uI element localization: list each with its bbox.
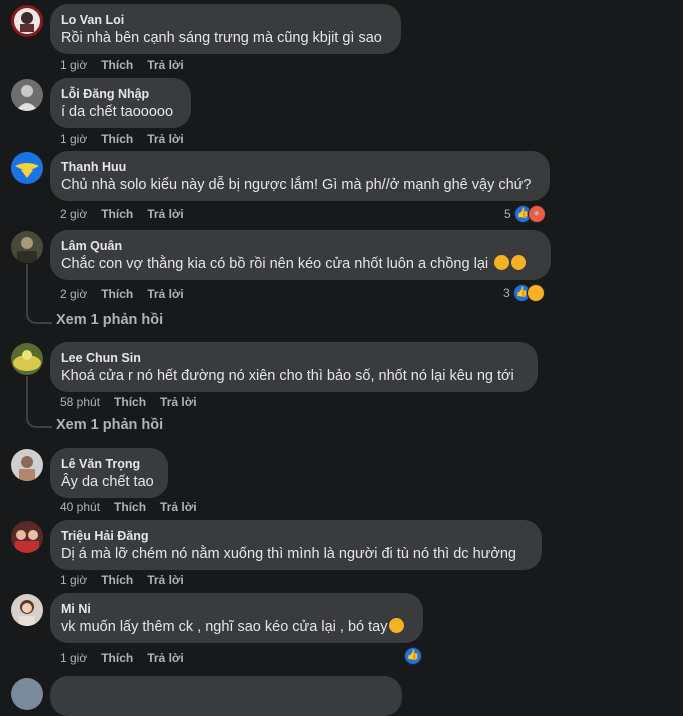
- comment-author[interactable]: Thanh Huu: [61, 159, 538, 175]
- like-button[interactable]: Thích: [101, 132, 133, 146]
- comment-time[interactable]: 40 phút: [60, 500, 100, 514]
- comment-text: Chắc con vợ thằng kia có bồ rồi nên kéo …: [61, 254, 539, 274]
- comment-actions: 58 phút Thích Trả lời: [60, 395, 211, 409]
- reply-button[interactable]: Trả lời: [147, 651, 184, 665]
- comment-author[interactable]: Lo Van Loi: [61, 12, 389, 28]
- avatar[interactable]: [11, 5, 43, 37]
- comment-time[interactable]: 2 giờ: [60, 287, 87, 301]
- comment-text: Rồi nhà bên cạnh sáng trưng mà cũng kbji…: [61, 30, 382, 46]
- avatar[interactable]: [11, 231, 43, 263]
- comment-actions: 40 phút Thích Trả lời: [60, 500, 211, 514]
- like-button[interactable]: Thích: [101, 58, 133, 72]
- reply-button[interactable]: Trả lời: [147, 58, 184, 72]
- comment-bubble: Lee Chun Sin Khoá cửa r nó hết đường nó …: [50, 342, 538, 392]
- angry-reaction-icon: ●: [527, 205, 546, 223]
- eye-roll-emoji-icon: [389, 618, 405, 633]
- comment-actions: 1 giờ Thích Trả lời: [60, 651, 198, 665]
- reply-thread-line: [26, 376, 52, 428]
- like-button[interactable]: Thích: [101, 651, 133, 665]
- comment-bubble: Lỗi Đăng Nhập í da chết taooooo: [50, 78, 191, 128]
- comment-text: í da chết taooooo: [61, 104, 174, 120]
- reaction-count: 5: [504, 207, 511, 221]
- comment-text: vk muốn lấy thêm ck , nghĩ sao kéo cửa l…: [61, 617, 411, 637]
- laughing-emoji-icon: [511, 255, 527, 270]
- comment-text: Chủ nhà solo kiểu này dễ bị ngược lắm! G…: [61, 177, 532, 193]
- reply-thread-line: [26, 264, 52, 324]
- like-button[interactable]: Thích: [101, 207, 133, 221]
- comment-bubble: Mi Ni vk muốn lấy thêm ck , nghĩ sao kéo…: [50, 593, 423, 643]
- comment-author[interactable]: Lee Chun Sin: [61, 350, 526, 366]
- like-button[interactable]: Thích: [101, 287, 133, 301]
- view-replies-link[interactable]: Xem 1 phản hồi: [56, 312, 163, 328]
- laughing-emoji-icon: [494, 255, 510, 270]
- comment-bubble: Triệu Hải Đăng Dị á mà lỡ chém nó nằm xu…: [50, 520, 542, 570]
- comment-time[interactable]: 2 giờ: [60, 207, 87, 221]
- comment-bubble: Lê Văn Trọng Ây da chết tao: [50, 448, 168, 498]
- view-replies-link[interactable]: Xem 1 phản hồi: [56, 417, 163, 433]
- comment-time[interactable]: 1 giờ: [60, 132, 87, 146]
- comment-bubble: [50, 676, 402, 716]
- avatar[interactable]: [11, 79, 43, 111]
- reaction-summary[interactable]: 👍: [404, 647, 422, 665]
- haha-reaction-icon: [526, 284, 545, 302]
- reply-button[interactable]: Trả lời: [160, 395, 197, 409]
- comment-bubble: Thanh Huu Chủ nhà solo kiểu này dễ bị ng…: [50, 151, 550, 201]
- comment-actions: 1 giờ Thích Trả lời: [60, 573, 198, 587]
- comment-text: Khoá cửa r nó hết đường nó xiên cho thì …: [61, 368, 514, 384]
- comment-author[interactable]: Mi Ni: [61, 601, 411, 617]
- avatar[interactable]: [11, 678, 43, 710]
- avatar[interactable]: [11, 152, 43, 184]
- reaction-summary[interactable]: 3 👍: [503, 284, 545, 302]
- comment-author[interactable]: Triệu Hải Đăng: [61, 528, 530, 544]
- reply-button[interactable]: Trả lời: [147, 287, 184, 301]
- comment-actions: 2 giờ Thích Trả lời: [60, 287, 198, 301]
- reply-button[interactable]: Trả lời: [160, 500, 197, 514]
- comment-actions: 1 giờ Thích Trả lời: [60, 132, 198, 146]
- comment-author[interactable]: Lâm Quân: [61, 238, 539, 254]
- comment-time[interactable]: 1 giờ: [60, 651, 87, 665]
- comment-time[interactable]: 1 giờ: [60, 573, 87, 587]
- like-button[interactable]: Thích: [101, 573, 133, 587]
- reply-button[interactable]: Trả lời: [147, 132, 184, 146]
- comment-text: Dị á mà lỡ chém nó nằm xuống thì mình là…: [61, 546, 516, 562]
- like-reaction-icon: 👍: [404, 647, 422, 665]
- reaction-summary[interactable]: 5 👍 ●: [504, 205, 546, 223]
- comment-bubble: Lâm Quân Chắc con vợ thằng kia có bồ rồi…: [50, 230, 551, 280]
- comment-time[interactable]: 58 phút: [60, 395, 100, 409]
- like-button[interactable]: Thích: [114, 500, 146, 514]
- reply-button[interactable]: Trả lời: [147, 207, 184, 221]
- avatar[interactable]: [11, 449, 43, 481]
- comment-actions: 1 giờ Thích Trả lời: [60, 58, 198, 72]
- comment-actions: 2 giờ Thích Trả lời: [60, 207, 198, 221]
- comment-author[interactable]: Lỗi Đăng Nhập: [61, 86, 179, 102]
- comment-text: Ây da chết tao: [61, 474, 154, 490]
- comment-bubble: Lo Van Loi Rồi nhà bên cạnh sáng trưng m…: [50, 4, 401, 54]
- reply-button[interactable]: Trả lời: [147, 573, 184, 587]
- like-button[interactable]: Thích: [114, 395, 146, 409]
- reaction-count: 3: [503, 286, 510, 300]
- avatar[interactable]: [11, 343, 43, 375]
- avatar[interactable]: [11, 594, 43, 626]
- comment-time[interactable]: 1 giờ: [60, 58, 87, 72]
- avatar[interactable]: [11, 521, 43, 553]
- comment-author[interactable]: Lê Văn Trọng: [61, 456, 156, 472]
